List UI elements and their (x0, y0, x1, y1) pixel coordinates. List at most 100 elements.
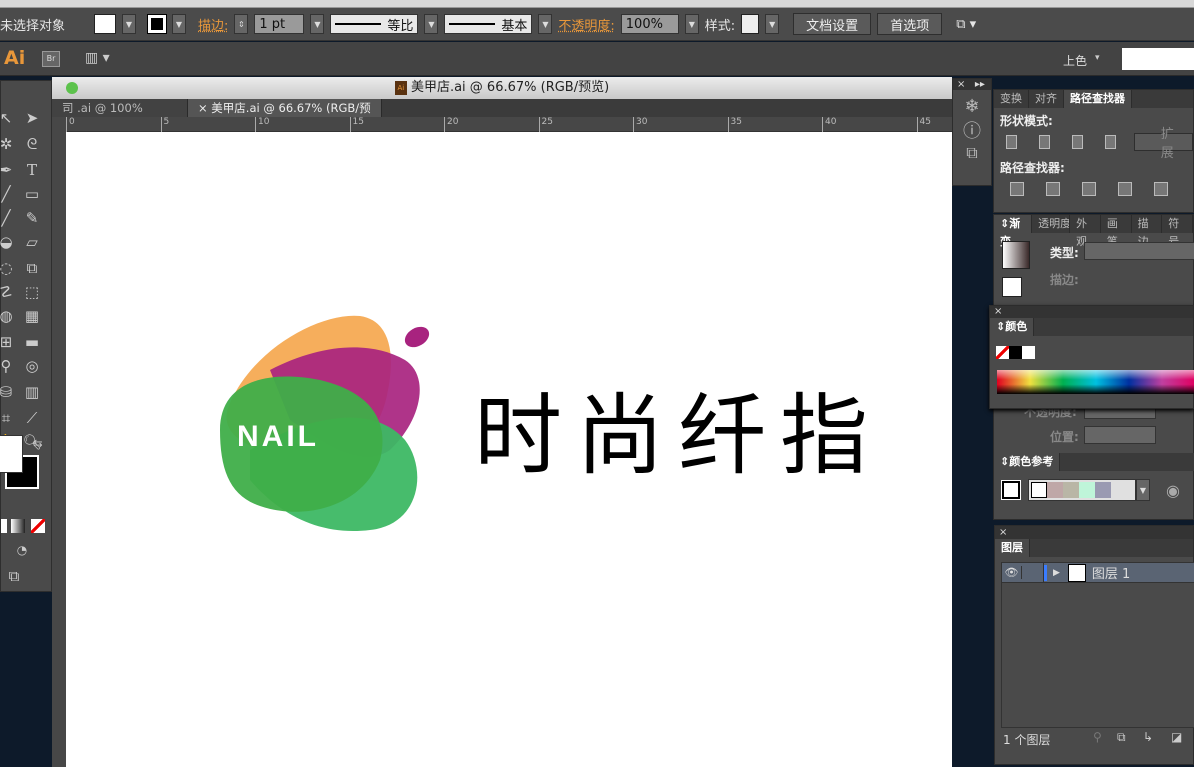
symbols-icon[interactable]: ❄ (953, 96, 991, 117)
info-icon[interactable]: ⓘ (953, 117, 991, 143)
type-tool-icon[interactable]: T (21, 159, 43, 181)
mesh-tool-icon[interactable]: ⊞ (0, 331, 17, 353)
eraser-tool-icon[interactable]: ▱ (21, 231, 43, 253)
black-swatch[interactable] (1009, 346, 1022, 359)
shape-builder-tool-icon[interactable]: ◍ (0, 305, 17, 327)
stroke-label[interactable]: 描边: (198, 15, 228, 34)
harmony-swatch[interactable] (1063, 482, 1079, 498)
arrange-layout-icon[interactable]: ▥ ▾ (85, 50, 110, 66)
style-dropdown[interactable]: ▼ (765, 14, 780, 34)
eyedropper-tool-icon[interactable]: ⚲ (0, 355, 17, 377)
expand-button[interactable]: 扩展 (1133, 127, 1194, 161)
gradient-tool-icon[interactable]: ▬ (21, 331, 43, 353)
pen-tool-icon[interactable]: ✒ (0, 159, 17, 181)
scale-tool-icon[interactable]: ⧉ (21, 257, 43, 279)
search-help-input[interactable] (1122, 48, 1194, 70)
crop-icon[interactable] (1118, 182, 1132, 196)
rotate-tool-icon[interactable]: ◌ (0, 257, 17, 279)
variable-width-select[interactable]: 等比 (330, 14, 419, 34)
harmony-swatches[interactable] (1028, 479, 1136, 501)
variable-width-dropdown[interactable]: ▼ (424, 14, 439, 34)
locate-object-icon[interactable]: ⚲ (1093, 730, 1102, 744)
gradient-mode-button[interactable] (11, 519, 25, 533)
stroke-stepper[interactable]: ⇕ (234, 14, 249, 34)
direct-selection-tool-icon[interactable]: ➤ (21, 107, 43, 129)
blend-tool-icon[interactable]: ◎ (21, 355, 43, 377)
draw-mode-icon[interactable]: ◔ (11, 539, 33, 561)
warp-tool-icon[interactable]: ☡ (0, 281, 17, 303)
free-transform-tool-icon[interactable]: ⬚ (21, 281, 43, 303)
harmony-dropdown[interactable]: ▼ (1136, 479, 1150, 501)
tab-symbols[interactable]: 符号 (1162, 215, 1194, 248)
stroke-swatch[interactable] (147, 14, 167, 34)
magic-wand-tool-icon[interactable]: ✲ (0, 133, 17, 155)
expand-arrow-icon[interactable]: ▶ (1053, 568, 1060, 578)
stroke-dropdown[interactable]: ▼ (172, 14, 186, 34)
opacity-input[interactable]: 100% (620, 14, 679, 34)
tab-color[interactable]: ⇕颜色 (990, 318, 1035, 336)
stroke-weight-dropdown[interactable]: ▼ (310, 14, 325, 34)
arrange-documents-icon[interactable]: ⧉ ▾ (956, 17, 976, 32)
none-mode-button[interactable] (31, 519, 45, 533)
trim-icon[interactable] (1046, 182, 1060, 196)
exclude-icon[interactable] (1104, 135, 1116, 149)
base-color-swatch[interactable] (1001, 480, 1021, 500)
tab-transform[interactable]: 变换 (994, 90, 1029, 108)
edit-colors-icon[interactable]: ◉ (1166, 481, 1180, 500)
document-setup-button[interactable]: 文档设置 (793, 13, 872, 35)
color-spectrum[interactable] (997, 370, 1194, 394)
minus-front-icon[interactable] (1038, 135, 1050, 149)
merge-icon[interactable] (1082, 182, 1096, 196)
tab-align[interactable]: 对齐 (1029, 90, 1064, 108)
tab-stroke[interactable]: 描边 (1132, 215, 1163, 248)
harmony-swatch[interactable] (1047, 482, 1063, 498)
preferences-button[interactable]: 首选项 (877, 13, 943, 35)
fill-color-box[interactable] (0, 435, 23, 473)
perspective-grid-tool-icon[interactable]: ▦ (21, 305, 43, 327)
brush-select[interactable]: 基本 (444, 14, 533, 34)
opacity-dropdown[interactable]: ▼ (684, 14, 699, 34)
harmony-swatch[interactable] (1031, 482, 1047, 498)
create-new-layer-icon[interactable]: ◪ (1171, 730, 1182, 744)
workspace-switcher[interactable]: 上色 (1063, 52, 1087, 69)
harmony-swatch[interactable] (1095, 482, 1111, 498)
opacity-label[interactable]: 不透明度: (558, 15, 614, 34)
style-swatch[interactable] (741, 14, 760, 34)
symbol-sprayer-tool-icon[interactable]: ⛁ (0, 381, 17, 403)
stroke-weight-input[interactable]: 1 pt (254, 14, 305, 34)
bridge-button[interactable]: Br (42, 51, 60, 67)
paintbrush-tool-icon[interactable]: ╱ (0, 207, 17, 229)
color-mode-button[interactable] (1, 519, 7, 533)
blob-brush-tool-icon[interactable]: ◒ (0, 231, 17, 253)
transform-icon[interactable]: ⧉ (953, 143, 991, 163)
rectangle-tool-icon[interactable]: ▭ (21, 183, 43, 205)
tab-document-1[interactable]: 司 .ai @ 100% (RGB/预览) (52, 99, 188, 133)
column-graph-tool-icon[interactable]: ▥ (21, 381, 43, 403)
create-sublayer-icon[interactable]: ↳ (1143, 730, 1153, 744)
tab-appearance[interactable]: 外观 (1070, 215, 1101, 248)
visibility-eye-icon[interactable]: 👁︎ (1002, 566, 1022, 579)
selection-tool-icon[interactable]: ↖ (0, 107, 17, 129)
tab-layers[interactable]: 图层 (995, 539, 1030, 557)
close-tab-icon[interactable]: × (198, 101, 211, 115)
close-dock-icon[interactable]: × ▸▸ (953, 79, 991, 90)
zoom-window-button[interactable] (66, 82, 78, 94)
intersect-icon[interactable] (1071, 135, 1083, 149)
lock-toggle[interactable] (1022, 562, 1044, 583)
tab-color-guide[interactable]: ⇕颜色参考 (994, 453, 1061, 471)
line-tool-icon[interactable]: ╱ (0, 183, 17, 205)
lasso-tool-icon[interactable]: ᘓ (21, 133, 43, 155)
location-select[interactable] (1084, 426, 1156, 444)
tab-transparency[interactable]: 透明度 (1032, 215, 1071, 233)
tab-document-2[interactable]: × 美甲店.ai @ 66.67% (RGB/预览) (188, 99, 382, 133)
brush-dropdown[interactable]: ▼ (538, 14, 553, 34)
fill-dropdown[interactable]: ▼ (122, 14, 136, 34)
artboard[interactable]: NAIL 时尚纤指 (66, 132, 952, 767)
white-swatch[interactable] (1022, 346, 1035, 359)
make-clipping-mask-icon[interactable]: ⧉ (1117, 730, 1126, 745)
swap-colors-icon[interactable]: ⇆ (27, 433, 49, 455)
pencil-tool-icon[interactable]: ✎ (21, 207, 43, 229)
close-color-panel-icon[interactable]: × (990, 306, 1193, 318)
tab-pathfinder[interactable]: 路径查找器 (1064, 90, 1132, 108)
outline-icon[interactable] (1154, 182, 1168, 196)
